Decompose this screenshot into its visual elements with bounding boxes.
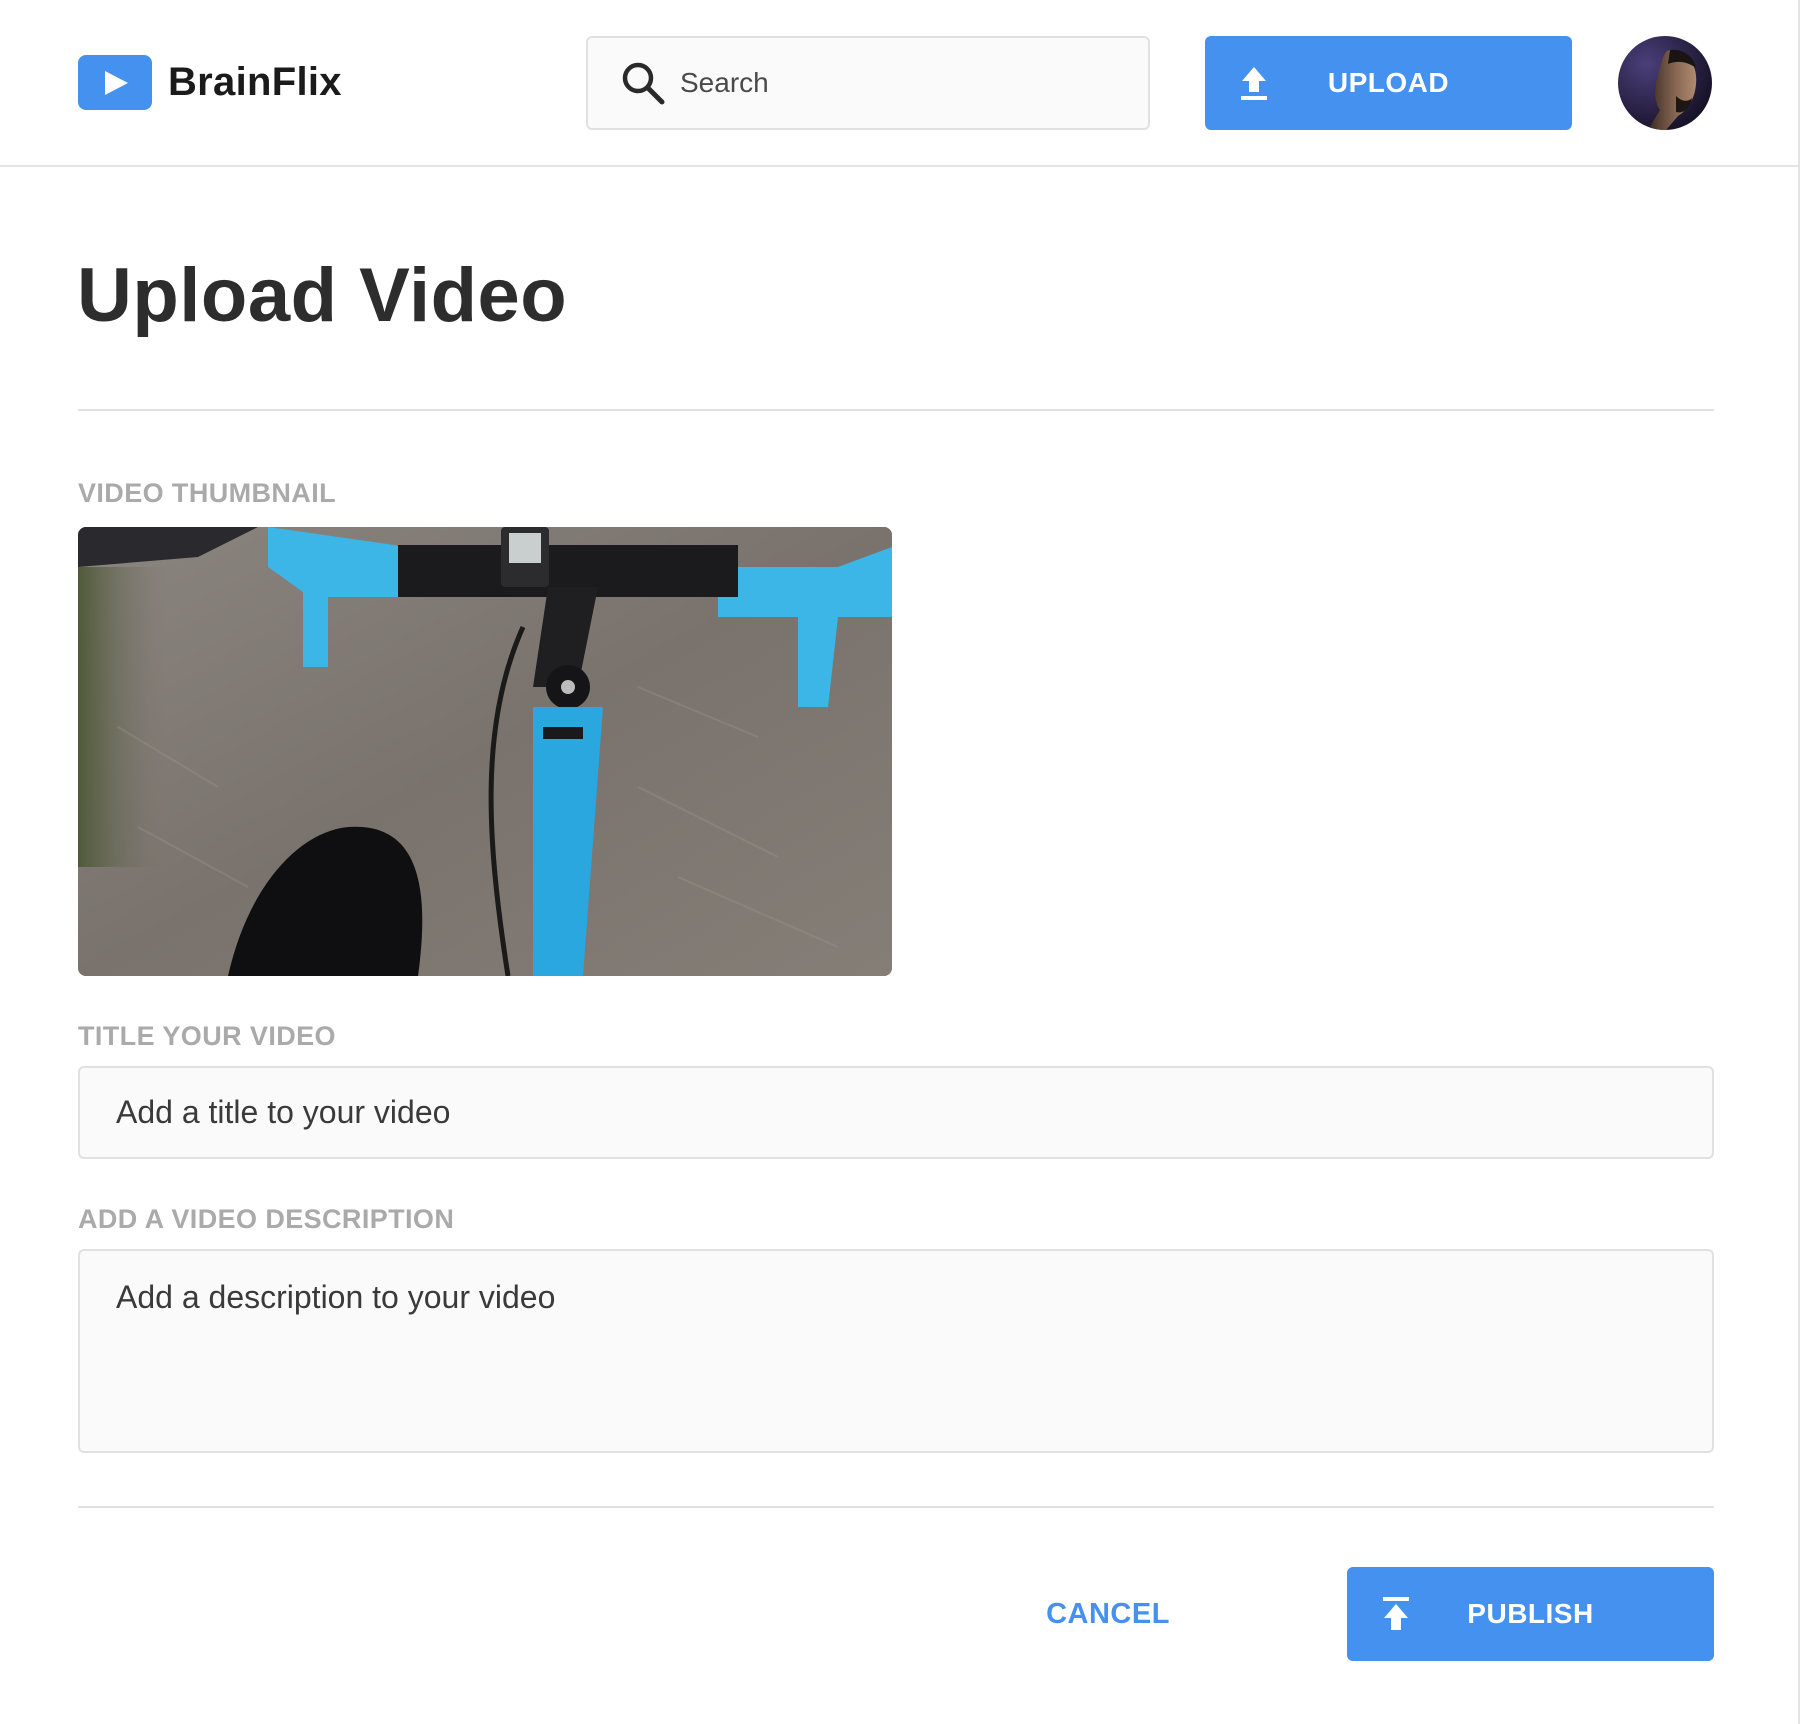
publish-button-label: PUBLISH [1467,1598,1594,1629]
search-icon [622,62,665,105]
title-label: TITLE YOUR VIDEO [78,1021,336,1051]
divider [78,1506,1714,1508]
upload-button-label: UPLOAD [1327,67,1450,98]
brand-logo[interactable]: BrainFlix [78,55,342,110]
page-title: Upload Video [77,253,568,338]
cancel-button[interactable]: CANCEL [1022,1567,1194,1661]
avatar[interactable] [1618,36,1712,130]
top-nav: BrainFlix UPLOAD [0,0,1798,167]
upload-page: BrainFlix UPLOAD [0,0,1800,1724]
video-thumbnail [78,527,892,976]
publish-button[interactable]: PUBLISH [1347,1567,1714,1661]
description-label: ADD A VIDEO DESCRIPTION [78,1204,455,1234]
divider [78,409,1714,411]
video-description-input[interactable] [78,1249,1714,1453]
search-input[interactable] [680,67,1120,99]
play-icon [78,55,152,110]
search-bar[interactable] [586,36,1150,130]
brand-name: BrainFlix [168,60,342,104]
video-title-input[interactable] [78,1066,1714,1159]
thumbnail-label: VIDEO THUMBNAIL [78,478,336,508]
upload-button[interactable]: UPLOAD [1205,36,1572,130]
